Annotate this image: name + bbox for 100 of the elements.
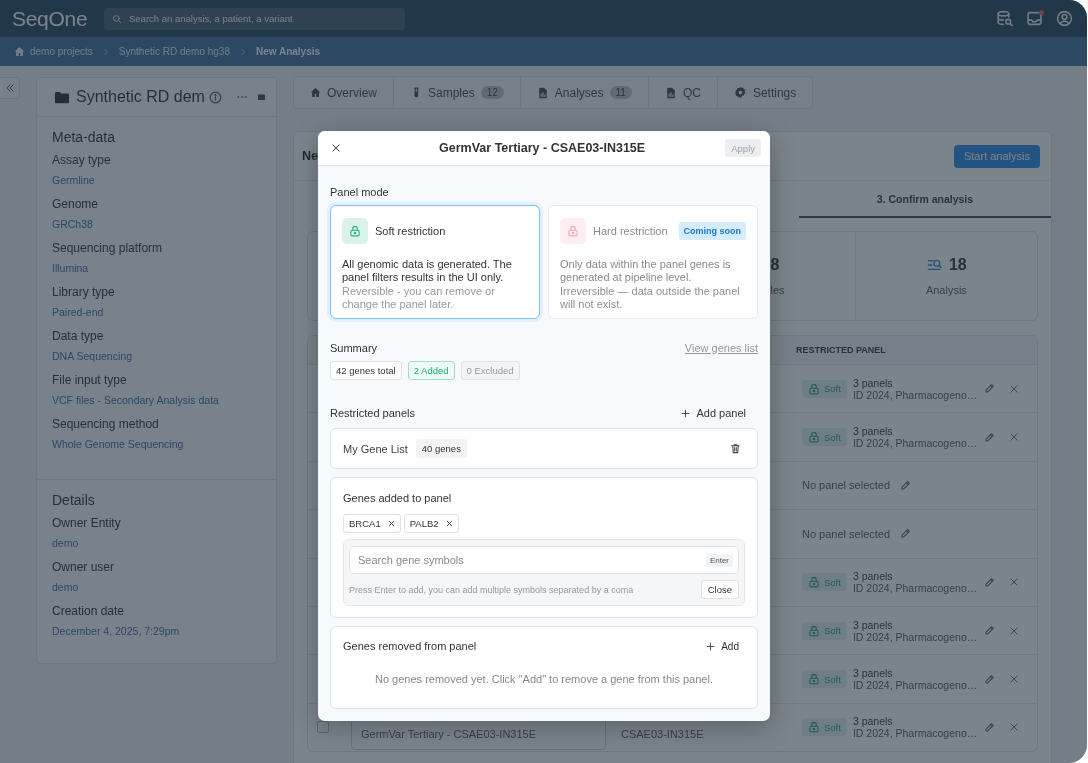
- field-label: Owner Entity: [52, 515, 122, 531]
- field-label: Genome: [52, 196, 100, 212]
- empty-text: No genes removed yet. Click "Add" to remove a gene from this panel.: [374, 673, 714, 685]
- summary-chip: 0 Excluded: [460, 361, 520, 380]
- stat-value: 18: [948, 256, 967, 274]
- collapse-button[interactable]: [0, 77, 20, 99]
- field-value: Paired-end: [52, 305, 105, 320]
- mode-option[interactable]: Soft restriction All genomic data is generated. The panel filters results in the UI only. Reversible - you can remove or change the panel later.: [330, 205, 540, 319]
- hint-text: Press Enter to add, you can add multiple symbols separated by a coma: [349, 584, 634, 595]
- user-icon[interactable]: [1056, 10, 1073, 27]
- empty-panel-text: No panel selected: [802, 527, 891, 540]
- option-title: Hard restriction: [593, 225, 669, 237]
- edit-icon[interactable]: [984, 673, 995, 685]
- stat-label: Analysis: [925, 284, 967, 296]
- home-icon: [14, 46, 25, 57]
- mode-badge: Soft: [802, 621, 847, 640]
- lock-icon: [808, 721, 820, 734]
- start-analysis-button[interactable]: Start analysis: [953, 144, 1040, 168]
- section-label: Restricted panels: [330, 406, 415, 420]
- settings-icon: [733, 86, 747, 99]
- mode-badge: Soft: [802, 379, 847, 398]
- panel-name: My Gene List: [343, 442, 408, 455]
- field-value: December 4, 2025, 7:29pm: [52, 624, 181, 639]
- view-genes-link[interactable]: View genes list: [684, 342, 758, 354]
- folder-icon: [53, 89, 70, 105]
- edit-icon[interactable]: [984, 625, 995, 637]
- field-value: Whole Genome Sequencing: [52, 437, 185, 452]
- option-title: Soft restriction: [375, 225, 447, 237]
- step-tab[interactable]: 3. Confirm analysis: [799, 181, 1051, 218]
- panel-count: 3 panels: [852, 570, 893, 583]
- tab[interactable]: QC: [648, 77, 718, 108]
- add-button[interactable]: Add: [706, 641, 745, 652]
- field-value: VCF files - Secondary Analysis data: [52, 393, 220, 408]
- checkbox[interactable]: [317, 721, 329, 734]
- field-label: File input type: [52, 372, 128, 388]
- project-title: Synthetic RD dem: [76, 88, 206, 106]
- edit-icon[interactable]: [900, 528, 912, 540]
- field-label: Owner user: [52, 559, 116, 575]
- field-value: Germline: [52, 173, 96, 188]
- field-value: demo: [52, 536, 80, 551]
- field-label: Creation date: [52, 603, 126, 619]
- tab[interactable]: Overview: [294, 77, 394, 108]
- field-value: DNA Sequencing: [52, 349, 133, 364]
- edit-icon[interactable]: [984, 431, 995, 443]
- key-hint: Enter: [705, 554, 733, 567]
- lock-icon: [567, 225, 579, 237]
- chevron-icon: [101, 47, 110, 56]
- field-value: Illumina: [52, 261, 90, 276]
- section-label: Summary: [330, 341, 378, 355]
- edit-icon[interactable]: [900, 479, 912, 491]
- option-description: All genomic data is generated. The panel filters results in the UI only.: [342, 258, 513, 283]
- card-title: Genes removed from panel: [343, 640, 477, 653]
- breadcrumb-current: New Analysis: [256, 46, 321, 57]
- inbox-icon[interactable]: [1026, 10, 1043, 27]
- panel-count: 3 panels: [852, 376, 893, 389]
- chevron-icon: [239, 47, 247, 56]
- field-label: Assay type: [52, 152, 112, 168]
- field-value: GRCh38: [52, 217, 94, 232]
- option-description: Only data within the panel genes is generated at pipeline level.: [560, 258, 732, 283]
- database-search-icon[interactable]: [996, 10, 1013, 27]
- edit-icon[interactable]: [984, 576, 995, 588]
- breadcrumb-link[interactable]: demo projects: [14, 46, 93, 57]
- close-button[interactable]: Close: [700, 580, 739, 599]
- section-heading: Details: [52, 491, 96, 509]
- mode-badge: Soft: [802, 718, 847, 737]
- coming-soon-badge: Coming soon: [678, 222, 746, 240]
- section-heading: Meta-data: [52, 128, 117, 146]
- trash-icon[interactable]: [730, 443, 741, 454]
- lock-icon: [349, 225, 361, 237]
- info-icon[interactable]: [209, 90, 222, 104]
- square-icon[interactable]: [257, 93, 266, 101]
- modal-title: GermVar Tertiary - CSAE03-IN315E: [438, 141, 647, 155]
- field-label: Library type: [52, 284, 116, 300]
- section-label: Panel mode: [330, 185, 390, 199]
- field-label: Sequencing platform: [52, 240, 164, 256]
- search-icon: [112, 13, 122, 24]
- field-label: Data type: [52, 328, 105, 344]
- stat-label: les: [770, 284, 786, 296]
- summary-chip: 42 genes total: [330, 361, 402, 380]
- tab[interactable]: Settings: [717, 77, 813, 108]
- edit-icon[interactable]: [984, 383, 995, 395]
- collapse-icon: [4, 83, 15, 93]
- lock-icon: [808, 431, 820, 444]
- summary-chip: 2 Added: [407, 361, 455, 380]
- lock-icon: [808, 673, 820, 686]
- mode-badge: Soft: [802, 670, 847, 689]
- edit-icon[interactable]: [984, 721, 995, 733]
- plus-icon: [681, 408, 691, 418]
- panel-count: 3 panels: [852, 425, 893, 438]
- option-note: Reversible - you can remove or change the panel later.: [342, 285, 496, 310]
- breadcrumb-link[interactable]: Synthetic RD demo hg38: [118, 46, 230, 57]
- stat-value: 8: [770, 256, 780, 274]
- close-icon[interactable]: [331, 143, 341, 153]
- table-cell-text: CSAE03-IN315E: [620, 728, 705, 741]
- remove-icon[interactable]: [445, 520, 453, 527]
- plus-icon: [706, 642, 716, 651]
- option-note: Irreversible — data outside the panel will not exist.: [560, 285, 741, 310]
- remove-icon[interactable]: [387, 520, 395, 527]
- card-title: Ne: [302, 149, 318, 163]
- add-panel-button[interactable]: Add panel: [681, 407, 758, 419]
